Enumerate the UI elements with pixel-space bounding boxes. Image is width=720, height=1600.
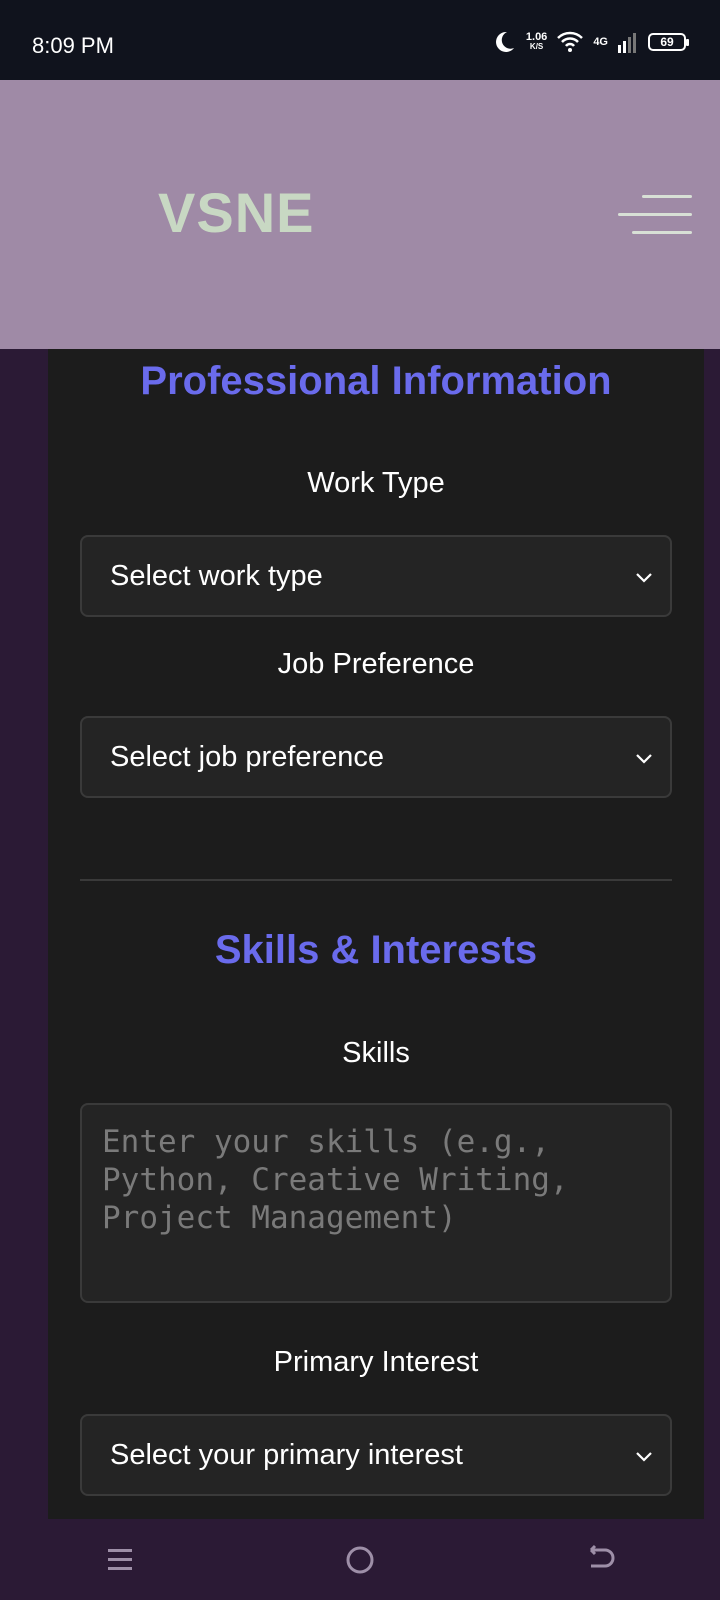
wifi-icon <box>557 31 584 52</box>
professional-info-title: Professional Information <box>140 359 612 403</box>
work-type-select[interactable]: Select work type <box>80 535 672 617</box>
logo[interactable]: VSNE <box>158 180 315 245</box>
status-time: 8:09 PM <box>32 33 114 58</box>
primary-interest-label: Primary Interest <box>273 1346 479 1378</box>
work-type-value: Select work type <box>110 559 323 592</box>
primary-interest-select[interactable]: Select your primary interest <box>80 1414 672 1496</box>
app-header: VSNE <box>0 80 720 349</box>
chevron-down-icon <box>636 1452 652 1462</box>
skills-textarea[interactable] <box>80 1103 672 1303</box>
system-nav-bar <box>0 1519 720 1600</box>
battery-icon: 69 <box>648 33 689 51</box>
recent-apps-button[interactable] <box>80 1530 160 1590</box>
job-preference-label: Job Preference <box>277 648 475 680</box>
moon-icon <box>495 31 514 52</box>
skills-interests-title: Skills & Interests <box>214 928 538 972</box>
primary-interest-value: Select your primary interest <box>110 1438 463 1471</box>
job-preference-value: Select job preference <box>110 740 385 773</box>
back-arrow-icon <box>589 1544 615 1567</box>
menu-lines-icon <box>108 1548 132 1570</box>
form-card: Professional Information Work Type Selec… <box>48 349 704 1519</box>
work-type-label: Work Type <box>307 467 445 499</box>
network-type: 4G <box>593 36 608 48</box>
home-button[interactable] <box>320 1530 400 1590</box>
job-preference-select[interactable]: Select job preference <box>80 716 672 798</box>
status-icons: 1.06 K/S 4G 69 <box>492 30 689 54</box>
section-divider <box>80 879 672 881</box>
hamburger-menu-icon[interactable] <box>618 195 692 235</box>
skills-label: Skills <box>342 1037 410 1069</box>
signal-icon <box>618 33 636 53</box>
home-circle-icon <box>346 1546 374 1573</box>
net-speed: 1.06 K/S <box>525 31 548 52</box>
chevron-down-icon <box>636 573 652 583</box>
back-button[interactable] <box>560 1530 640 1590</box>
chevron-down-icon <box>636 754 652 764</box>
status-bar: 8:09 PM 1.06 K/S 4G 69 <box>0 0 720 80</box>
